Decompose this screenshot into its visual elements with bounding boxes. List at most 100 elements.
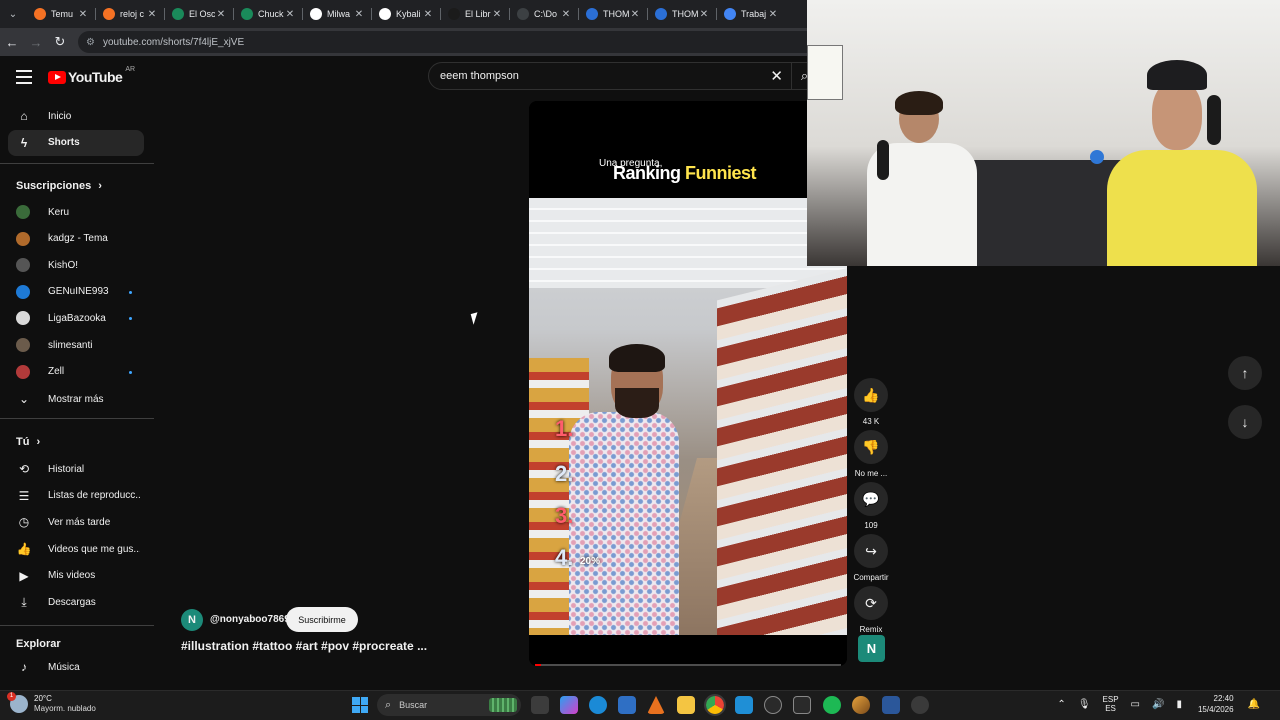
volume-icon[interactable]: 🔊	[1152, 699, 1164, 710]
tab-close-icon[interactable]: ✕	[353, 9, 365, 20]
sidebar-subscription[interactable]: KishÕ!	[8, 252, 144, 278]
channel-avatar-button[interactable]: N	[858, 635, 885, 662]
browser-tab[interactable]: reloj c ✕	[95, 0, 164, 28]
sidebar-subscription[interactable]: kadgz - Tema	[8, 226, 144, 252]
spotify-icon[interactable]	[823, 696, 841, 714]
channel-name[interactable]: @nonyaboo7869	[210, 614, 290, 625]
tab-close-icon[interactable]: ✕	[767, 9, 779, 20]
windows-start-icon[interactable]	[352, 697, 368, 713]
sidebar-item-history[interactable]: ⟲ Historial	[8, 456, 144, 482]
sidebar-subscription[interactable]: Keru	[8, 199, 144, 225]
site-info-icon[interactable]: ⚙	[86, 37, 95, 48]
sidebar-subscription[interactable]: Zell	[8, 359, 144, 385]
browser-tab[interactable]: Trabaj ✕	[716, 0, 785, 28]
sidebar-subscription[interactable]: LigaBazooka	[8, 305, 144, 331]
dislike-icon[interactable]: 👎	[854, 430, 888, 464]
like-icon[interactable]: 👍	[854, 378, 888, 412]
tab-search-chevron-icon[interactable]: ⌄	[0, 0, 26, 28]
clock-time: 22:40	[1213, 694, 1234, 703]
browser-tab[interactable]: Kybali ✕	[371, 0, 440, 28]
youtube-logo[interactable]: YouTube AR	[48, 66, 135, 85]
like-action[interactable]: 👍 43 K	[853, 378, 889, 426]
sidebar-item-label: slimesanti	[48, 339, 93, 351]
sidebar-item-liked-videos[interactable]: 👍 Videos que me gus...	[8, 536, 144, 562]
video-progress-bar[interactable]	[535, 664, 841, 666]
comment-icon[interactable]: 💬	[854, 482, 888, 516]
next-short-arrow-icon[interactable]: ↓	[1228, 405, 1262, 439]
browser-tab[interactable]: El Osc ✕	[164, 0, 233, 28]
show-hidden-icons-chevron-icon[interactable]: ⌃	[1057, 699, 1065, 710]
keyboard-language[interactable]: ESP ES	[1103, 695, 1119, 713]
file-explorer-icon[interactable]	[677, 696, 695, 714]
tab-close-icon[interactable]: ✕	[146, 9, 158, 20]
notifications-icon[interactable]: 🔔	[1248, 699, 1260, 710]
edge-icon[interactable]	[589, 696, 607, 714]
sidebar-subscription[interactable]: slimesanti	[8, 332, 144, 358]
search-input[interactable]: eeem thompson ✕ ⌕	[428, 62, 818, 90]
comments-action[interactable]: 💬 109	[853, 482, 889, 530]
browser-tab[interactable]: Chuck ✕	[233, 0, 302, 28]
taskbar-search[interactable]: ⌕ Buscar	[377, 694, 521, 716]
remix-icon[interactable]: ⟳	[854, 586, 888, 620]
sidebar-item-music[interactable]: ♪ Música	[8, 654, 144, 680]
sidebar-item-shorts[interactable]: ϟ Shorts	[8, 129, 144, 156]
browser-tab[interactable]: Temu ✕	[26, 0, 95, 28]
clear-search-icon[interactable]: ✕	[770, 67, 783, 85]
you-header[interactable]: Tú ›	[16, 436, 40, 448]
dislike-action[interactable]: 👎 No me ...	[853, 430, 889, 478]
microphone-icon[interactable]: 🎙	[1078, 699, 1091, 710]
back-arrow-icon[interactable]: ←	[0, 30, 24, 54]
rank-2: 2.	[555, 461, 574, 486]
copilot-icon[interactable]	[560, 696, 578, 714]
network-app-icon[interactable]	[618, 696, 636, 714]
like-label: 43 K	[862, 417, 880, 426]
short-title[interactable]: #illustration #tattoo #art #pov #procrea…	[181, 639, 427, 653]
forward-arrow-icon[interactable]: →	[24, 30, 48, 54]
tab-close-icon[interactable]: ✕	[698, 9, 710, 20]
channel-avatar[interactable]: N	[181, 609, 203, 631]
tab-close-icon[interactable]: ✕	[629, 9, 641, 20]
tab-close-icon[interactable]: ✕	[284, 9, 296, 20]
reload-icon[interactable]: ↻	[48, 30, 72, 54]
network-icon[interactable]: ▭	[1131, 699, 1140, 710]
sidebar-item-playlists[interactable]: ☰ Listas de reproducc...	[8, 483, 144, 509]
sidebar-item-watch-later[interactable]: ◷ Ver más tarde	[8, 509, 144, 535]
browser-tab[interactable]: El Libr ✕	[440, 0, 509, 28]
share-action[interactable]: ↪ Compartir	[853, 534, 889, 582]
tab-close-icon[interactable]: ✕	[215, 9, 227, 20]
sidebar-item-downloads[interactable]: ⤓ Descargas	[8, 590, 144, 616]
tab-close-icon[interactable]: ✕	[560, 9, 572, 20]
show-more-button[interactable]: ⌄ Mostrar más	[8, 386, 144, 412]
sidebar-item-inicio[interactable]: ⌂ Inicio	[8, 103, 144, 129]
browser-tab[interactable]: THOM ✕	[647, 0, 716, 28]
tab-close-icon[interactable]: ✕	[491, 9, 503, 20]
browser-tab[interactable]: C:\Do ✕	[509, 0, 578, 28]
settings-gear-icon[interactable]	[911, 696, 929, 714]
tab-favicon-icon	[517, 8, 529, 20]
notepad-icon[interactable]	[735, 696, 753, 714]
vlc-icon[interactable]	[647, 696, 665, 714]
browser-tab[interactable]: Milwa ✕	[302, 0, 371, 28]
share-icon[interactable]: ↪	[854, 534, 888, 568]
subscriptions-header[interactable]: Suscripciones ›	[16, 180, 102, 192]
game-app-icon[interactable]	[793, 696, 811, 714]
previous-short-arrow-icon[interactable]: ↑	[1228, 356, 1262, 390]
weather-widget[interactable]: 1 20°C Mayorm. nublado	[7, 692, 96, 714]
word-icon[interactable]	[882, 696, 900, 714]
obs-icon[interactable]	[764, 696, 782, 714]
hamburger-menu-icon[interactable]	[16, 70, 32, 88]
browser-tab[interactable]: THOM ✕	[578, 0, 647, 28]
app-icon[interactable]	[852, 696, 870, 714]
url-bar[interactable]: ⚙ youtube.com/shorts/7f4ljE_xjVE	[78, 31, 898, 53]
sidebar-subscription[interactable]: GENuINE993	[8, 279, 144, 305]
subscribe-button[interactable]: Suscribirme	[286, 607, 358, 632]
tab-close-icon[interactable]: ✕	[77, 9, 89, 20]
task-view-icon[interactable]	[531, 696, 549, 714]
shorts-player[interactable]: Una pregunta, Ranking Funniest 1. 2. 3. …	[529, 101, 847, 666]
chrome-icon[interactable]	[704, 694, 726, 716]
sidebar-item-my-videos[interactable]: ▶ Mis videos	[8, 563, 144, 589]
battery-icon[interactable]: ▮	[1176, 699, 1182, 710]
remix-action[interactable]: ⟳ Remix	[853, 586, 889, 634]
clock[interactable]: 22:40 15/4/2026	[1198, 693, 1234, 715]
tab-close-icon[interactable]: ✕	[422, 9, 434, 20]
